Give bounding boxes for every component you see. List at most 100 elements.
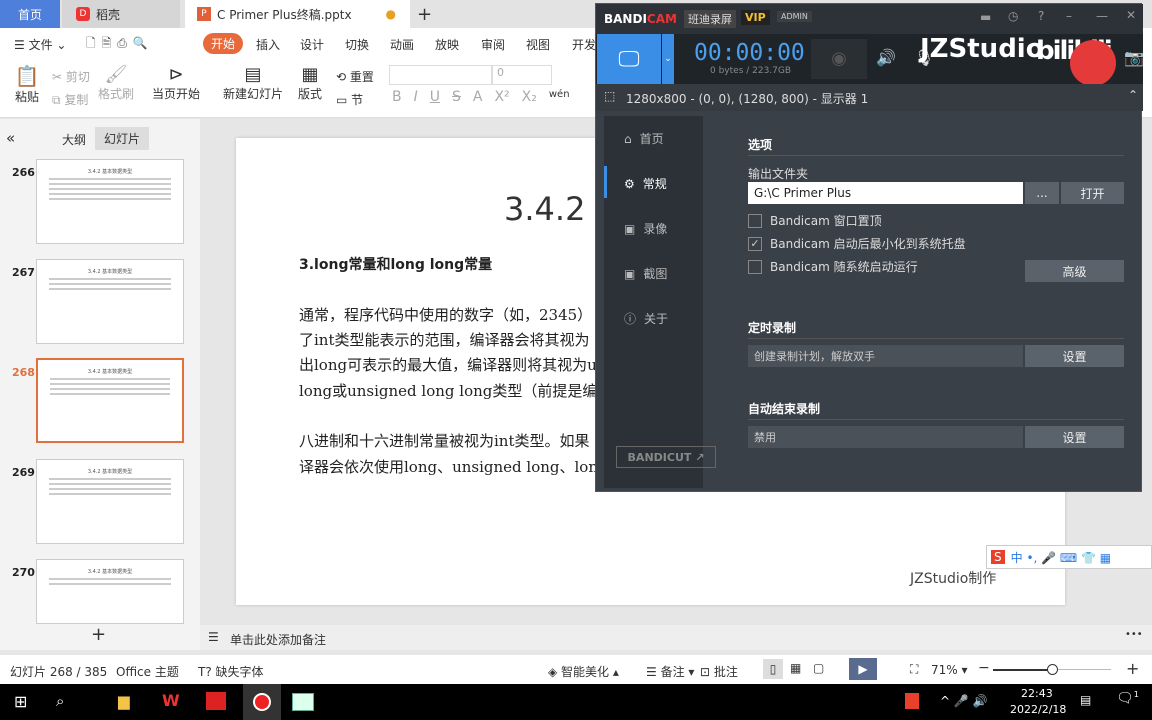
tab-start[interactable]: 开始 xyxy=(203,33,244,54)
tab-home[interactable]: 首页 xyxy=(0,0,60,28)
bandicam-taskbar-icon[interactable] xyxy=(243,684,281,720)
reading-view-icon[interactable]: ▢ xyxy=(813,661,824,675)
scheduled-settings-button[interactable]: 设置 xyxy=(1025,345,1124,367)
minimize-to-tray-checkbox[interactable]: ✓ Bandicam 启动后最小化到系统托盘 xyxy=(748,235,966,252)
ime-toolbar[interactable]: S 中 •, 🎤 ⌨ 👕 ▦ xyxy=(986,545,1152,569)
browse-button[interactable]: ... xyxy=(1025,182,1059,204)
subscript-button[interactable]: X₂ xyxy=(522,89,537,105)
tab-transition[interactable]: 切换 xyxy=(345,36,369,53)
task-view-icon[interactable]: ▤ xyxy=(1080,693,1091,707)
open-folder-button[interactable]: 打开 xyxy=(1061,182,1124,204)
missing-font-button[interactable]: T? 缺失字体 xyxy=(198,663,264,680)
notes-placeholder[interactable]: 单击此处添加备注 xyxy=(230,631,326,648)
screen-mode-button[interactable]: 🖵 xyxy=(597,34,661,84)
tray-icons[interactable]: ^ 🎤 🔊 xyxy=(940,694,988,708)
collapse-panel-button[interactable]: « xyxy=(6,129,15,147)
speaker-icon[interactable]: 🔊 xyxy=(876,48,896,67)
slide-thumbnail[interactable]: 3.4.2 基本数据类型 xyxy=(36,159,184,244)
wps-icon[interactable]: W xyxy=(162,691,180,710)
sorter-view-icon[interactable]: ▦ xyxy=(790,661,801,675)
sogou-tray-icon[interactable] xyxy=(905,693,919,709)
strike-button[interactable]: S xyxy=(452,89,461,105)
mode-dropdown[interactable]: ⌄ xyxy=(662,34,674,84)
new-tab-button[interactable]: + xyxy=(417,0,437,28)
outline-tab[interactable]: 大纲 xyxy=(62,131,86,148)
reset-button[interactable]: ⟲ 重置 xyxy=(336,68,374,85)
clock-date[interactable]: 2022/2/18 xyxy=(1010,703,1066,716)
checkbox[interactable] xyxy=(748,213,762,228)
play-current-button[interactable]: ⊳ 当页开始 xyxy=(148,64,204,102)
quick-access-icons[interactable]: 🗋🗎⎙🔍 xyxy=(86,34,154,55)
zoom-select[interactable]: 71% ▾ xyxy=(931,663,968,677)
bold-button[interactable]: B xyxy=(392,89,402,105)
font-color-button[interactable]: A xyxy=(473,89,483,105)
output-folder-input[interactable]: G:\C Primer Plus xyxy=(748,182,1023,204)
zoom-in-button[interactable]: + xyxy=(1126,659,1139,678)
section-button[interactable]: ▭ 节 xyxy=(336,91,363,108)
minimize-tray-icon[interactable]: — xyxy=(1096,9,1108,23)
camera-icon[interactable]: 📷 xyxy=(1124,48,1144,67)
search-icon[interactable]: ⌕ xyxy=(56,692,64,710)
capture-area-bar[interactable]: ⬚ 1280x800 - (0, 0), (1280, 800) - 显示器 1… xyxy=(596,84,1143,111)
underline-button[interactable]: U xyxy=(430,89,440,105)
tab-document[interactable]: P C Primer Plus终稿.pptx ● xyxy=(185,0,410,28)
comment-button[interactable]: ⊡ 批注 xyxy=(700,663,738,680)
font-name-select[interactable] xyxy=(389,65,492,85)
file-explorer-icon[interactable]: ▆ xyxy=(118,692,130,710)
tab-review[interactable]: 审阅 xyxy=(481,36,505,53)
copy-button[interactable]: ⧉ 复制 xyxy=(52,91,88,108)
clock-icon[interactable]: ◷ xyxy=(1008,9,1018,23)
normal-view-icon[interactable]: ▯ xyxy=(763,659,783,679)
tab-insert[interactable]: 插入 xyxy=(256,36,280,53)
format-painter-button[interactable]: 🖌 格式刷 xyxy=(98,64,134,102)
fit-window-icon[interactable]: ⛶ xyxy=(910,662,918,677)
nav-general[interactable]: ⚙ 常规 xyxy=(624,175,667,192)
tab-daoke[interactable]: D 稻壳 xyxy=(62,0,180,28)
slide-thumbnail[interactable]: 3.4.2 基本数据类型 xyxy=(36,559,184,624)
slide-thumbnail-selected[interactable]: 3.4.2 基本数据类型 xyxy=(36,358,184,443)
play-slideshow-button[interactable]: ▶ xyxy=(849,658,877,680)
zoom-slider-handle[interactable] xyxy=(1047,664,1058,675)
checkbox-checked[interactable]: ✓ xyxy=(748,236,762,251)
tab-design[interactable]: 设计 xyxy=(300,36,324,53)
bandicut-button[interactable]: BANDICUT ↗ xyxy=(616,446,716,468)
more-icon[interactable]: ••• xyxy=(1125,629,1143,640)
layout-button[interactable]: ▦ 版式 xyxy=(292,64,328,102)
help-icon[interactable]: ? xyxy=(1038,9,1044,23)
notification-icon[interactable]: 🗨1 xyxy=(1116,690,1139,707)
auto-stop-settings-button[interactable]: 设置 xyxy=(1025,426,1124,448)
collapse-chevron-icon[interactable]: ⌃ xyxy=(1128,88,1138,102)
record-button[interactable] xyxy=(1070,40,1116,86)
always-on-top-checkbox[interactable]: Bandicam 窗口置顶 xyxy=(748,212,882,229)
font-size-select[interactable]: 0 xyxy=(492,65,552,85)
italic-button[interactable]: I xyxy=(414,89,418,105)
run-on-startup-checkbox[interactable]: Bandicam 随系统启动运行 xyxy=(748,258,918,275)
folder-icon[interactable]: ▬ xyxy=(980,10,991,24)
clock-time[interactable]: 22:43 xyxy=(1021,687,1053,700)
paste-button[interactable]: 📋 粘贴 xyxy=(10,64,44,105)
notes-toggle[interactable]: ☰ 备注 ▾ xyxy=(646,663,694,680)
slide-thumbnail[interactable]: 3.4.2 基本数据类型 xyxy=(36,459,184,544)
nav-video[interactable]: ▣ 录像 xyxy=(624,220,667,237)
add-slide-button[interactable]: + xyxy=(91,624,106,645)
pinyin-button[interactable]: wén xyxy=(549,89,570,105)
file-menu[interactable]: ☰ 文件 ⌄ xyxy=(14,36,66,53)
zoom-out-button[interactable]: − xyxy=(978,660,990,676)
minimize-icon[interactable]: – xyxy=(1066,9,1072,23)
slide-thumbnail[interactable]: 3.4.2 基本数据类型 xyxy=(36,259,184,344)
app-window-icon[interactable] xyxy=(292,693,314,711)
cut-button[interactable]: ✂ 剪切 xyxy=(52,68,90,85)
close-icon[interactable]: ✕ xyxy=(1126,8,1136,22)
superscript-button[interactable]: X² xyxy=(494,89,509,105)
zoom-slider[interactable] xyxy=(993,664,1111,675)
webcam-button[interactable]: ◉ xyxy=(811,39,867,79)
new-slide-button[interactable]: ▤ 新建幻灯片 xyxy=(218,64,288,102)
slides-tab[interactable]: 幻灯片 xyxy=(95,127,150,150)
nav-about[interactable]: ⓘ 关于 xyxy=(624,310,668,327)
tab-animation[interactable]: 动画 xyxy=(390,36,414,53)
tab-view[interactable]: 视图 xyxy=(526,36,550,53)
presentation-app-icon[interactable] xyxy=(206,692,226,710)
nav-home[interactable]: ⌂ 首页 xyxy=(624,130,664,147)
advanced-button[interactable]: 高级 xyxy=(1025,260,1124,282)
checkbox[interactable] xyxy=(748,259,762,274)
